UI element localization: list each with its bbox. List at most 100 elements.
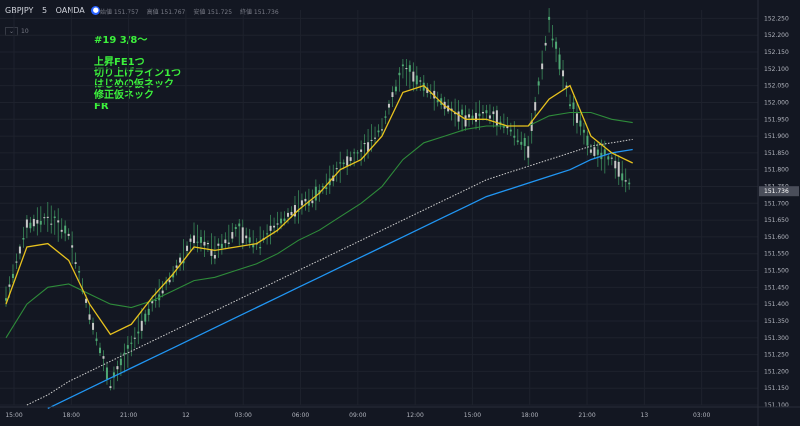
x-tick-label: 06:00 bbox=[292, 412, 309, 419]
candle-body bbox=[206, 242, 209, 245]
candle-body bbox=[46, 216, 49, 218]
candle-body bbox=[516, 140, 519, 143]
candle-body bbox=[224, 239, 227, 244]
candle-body bbox=[266, 233, 269, 235]
candle-body bbox=[624, 180, 627, 182]
y-tick-label: 151.300 bbox=[764, 335, 789, 342]
y-tick-label: 151.800 bbox=[764, 167, 789, 174]
candle-body bbox=[304, 198, 307, 202]
candle-body bbox=[475, 112, 477, 122]
candle-body bbox=[360, 149, 363, 152]
candle-body bbox=[105, 367, 108, 380]
candle-body bbox=[603, 149, 606, 155]
series-line-ma_fast bbox=[5, 84, 633, 336]
candle-body bbox=[203, 241, 206, 246]
candle-body bbox=[248, 237, 251, 243]
candle-body bbox=[283, 218, 286, 221]
candle-body bbox=[133, 337, 136, 339]
candle-body bbox=[412, 71, 415, 82]
candle-body bbox=[213, 255, 216, 259]
candle-body bbox=[220, 243, 223, 249]
candle-body bbox=[15, 261, 18, 263]
y-tick-label: 152.250 bbox=[764, 15, 789, 22]
y-tick-label: 151.350 bbox=[764, 318, 789, 325]
candle-body bbox=[99, 347, 101, 354]
candle-body bbox=[126, 345, 129, 349]
candle-body bbox=[492, 111, 495, 115]
y-tick-label: 151.200 bbox=[764, 368, 789, 375]
candle-body bbox=[349, 157, 352, 161]
candle-body bbox=[509, 129, 512, 132]
candle-body bbox=[280, 218, 283, 224]
candle-body bbox=[415, 75, 418, 85]
candle-body bbox=[32, 218, 35, 227]
candle-body bbox=[384, 116, 387, 118]
candle-body bbox=[144, 313, 147, 322]
candle-body bbox=[269, 225, 272, 231]
candle-body bbox=[464, 115, 467, 127]
y-tick-label: 152.150 bbox=[764, 49, 789, 56]
candle-body bbox=[43, 217, 46, 219]
time-axis: 15:00 18:00 21:00 12 03:00 06:00 09:00 12:00 15:… bbox=[0, 406, 800, 419]
candle-body bbox=[227, 242, 230, 244]
candle-body bbox=[193, 235, 195, 244]
candle-body bbox=[579, 120, 582, 127]
candle-body bbox=[488, 115, 491, 119]
x-tick-label: 18:00 bbox=[63, 412, 80, 419]
candle-body bbox=[234, 227, 237, 230]
candle-body bbox=[276, 223, 279, 225]
candle-body bbox=[513, 135, 516, 138]
candle-body bbox=[346, 156, 349, 166]
x-tick-label: 21:00 bbox=[120, 412, 137, 419]
candle-body bbox=[116, 366, 119, 370]
candle-body bbox=[147, 308, 150, 315]
candle-body bbox=[419, 80, 422, 82]
candle-body bbox=[544, 42, 547, 46]
y-tick-label: 151.850 bbox=[764, 150, 789, 157]
candle-body bbox=[363, 143, 366, 145]
candle-body bbox=[29, 222, 32, 229]
candle-body bbox=[485, 110, 488, 114]
candle-body bbox=[238, 223, 241, 227]
candle-body bbox=[241, 227, 244, 244]
candle-body bbox=[353, 152, 356, 154]
candle-body bbox=[342, 162, 345, 165]
candle-body bbox=[78, 271, 81, 273]
candle-body bbox=[64, 225, 67, 234]
candle-body bbox=[572, 102, 575, 110]
candle-body bbox=[321, 186, 324, 188]
candle-body bbox=[401, 64, 404, 67]
y-tick-label: 151.450 bbox=[764, 284, 789, 291]
candle-body bbox=[11, 273, 14, 278]
candle-body bbox=[387, 103, 390, 108]
candle-body bbox=[5, 298, 7, 301]
y-tick-label: 151.600 bbox=[764, 234, 789, 241]
price-axis: 152.250 152.200 152.150 152.100 152.050 152.0… bbox=[757, 0, 799, 426]
candle-body bbox=[562, 70, 565, 77]
candle-body bbox=[398, 72, 401, 76]
candle-body bbox=[25, 219, 28, 228]
y-tick-label: 151.550 bbox=[764, 251, 789, 258]
candle-body bbox=[217, 243, 220, 246]
candle-body bbox=[50, 223, 53, 225]
candle-body bbox=[53, 216, 56, 219]
candle-body bbox=[457, 111, 460, 122]
x-tick-label: 03:00 bbox=[693, 412, 710, 419]
candle-body bbox=[558, 54, 561, 70]
candle-body bbox=[520, 141, 523, 145]
y-tick-label: 151.700 bbox=[764, 200, 789, 207]
candle-body bbox=[481, 111, 484, 114]
candle-body bbox=[335, 168, 338, 170]
x-tick-label: 12 bbox=[182, 412, 190, 419]
candle-body bbox=[130, 342, 133, 344]
candle-body bbox=[8, 284, 11, 287]
candle-body bbox=[478, 113, 481, 117]
candle-body bbox=[408, 65, 411, 72]
y-tick-label: 151.650 bbox=[764, 217, 789, 224]
y-tick-label: 152.100 bbox=[764, 66, 789, 73]
candle-body bbox=[593, 147, 596, 156]
candle-body bbox=[314, 186, 317, 201]
price-chart[interactable]: 152.250 152.200 152.150 152.100 152.050 152.0… bbox=[0, 0, 800, 426]
y-tick-label: 151.150 bbox=[764, 385, 789, 392]
x-tick-label: 21:00 bbox=[578, 412, 595, 419]
